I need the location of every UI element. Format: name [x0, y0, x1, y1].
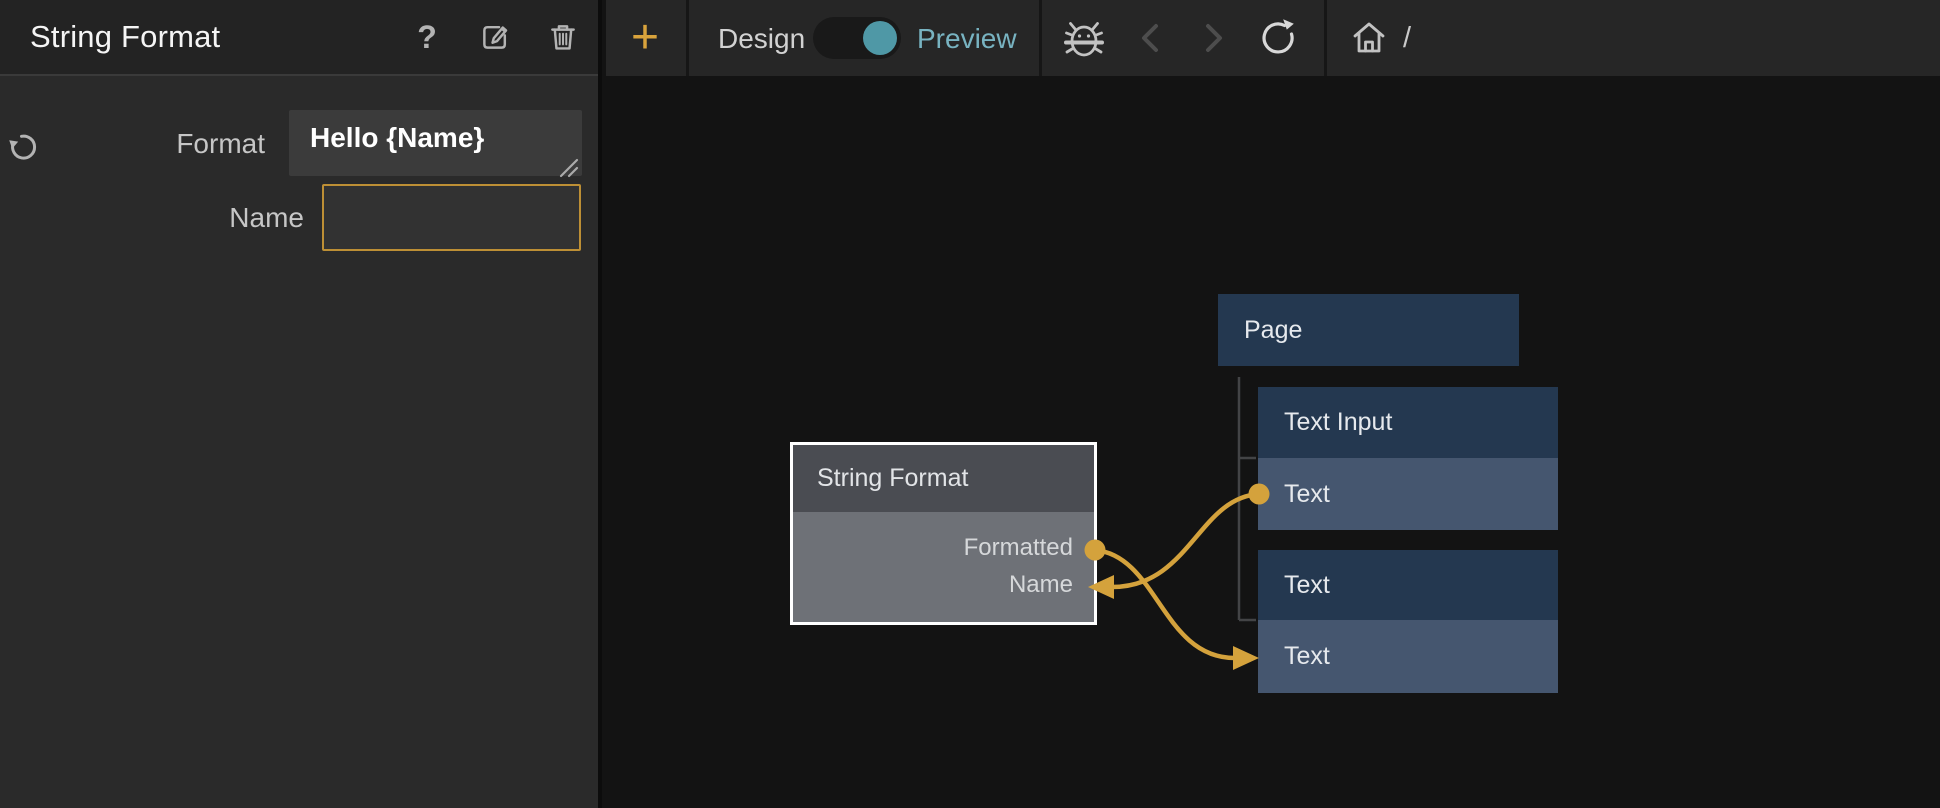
- edit-icon: [477, 19, 513, 55]
- preview-mode-label[interactable]: Preview: [917, 23, 1017, 55]
- home-button[interactable]: [1348, 17, 1390, 59]
- text-node-title: Text: [1258, 550, 1558, 620]
- toggle-knob: [863, 21, 897, 55]
- text-input-text-port[interactable]: Text: [1258, 458, 1558, 530]
- toolbar: + Design Preview: [606, 0, 1940, 76]
- home-icon: [1348, 17, 1390, 59]
- breadcrumb-path: /: [1403, 22, 1411, 55]
- panel-body: Format Hello {Name} Name: [0, 76, 598, 806]
- help-icon: ?: [417, 21, 437, 53]
- text-text-port[interactable]: Text: [1258, 620, 1558, 693]
- bug-icon: [1061, 15, 1107, 61]
- toolbar-divider: [1039, 0, 1042, 76]
- chevron-left-icon: [1131, 18, 1171, 58]
- design-preview-toggle[interactable]: [813, 17, 901, 59]
- name-field-label: Name: [0, 202, 304, 234]
- connection-arrowhead: [1233, 646, 1259, 670]
- page-node-title: Page: [1218, 294, 1519, 366]
- delete-button[interactable]: [544, 15, 582, 59]
- plus-icon: +: [631, 11, 659, 64]
- panel-title: String Format: [30, 19, 220, 55]
- edit-button[interactable]: [476, 15, 514, 59]
- name-input[interactable]: [322, 184, 581, 251]
- add-node-button[interactable]: +: [614, 0, 676, 76]
- chevron-right-icon: [1193, 18, 1233, 58]
- name-input-port[interactable]: Name: [1009, 571, 1073, 599]
- string-format-node[interactable]: String Format Formatted Name: [790, 442, 1097, 625]
- toolbar-divider: [686, 0, 689, 76]
- format-field-label: Format: [0, 128, 265, 160]
- design-mode-label[interactable]: Design: [718, 23, 805, 55]
- text-input-node[interactable]: Text Input Text: [1258, 387, 1558, 530]
- text-node[interactable]: Text Text: [1258, 550, 1558, 693]
- app: String Format ?: [0, 0, 1940, 808]
- connection-formatted-to-text: [1095, 550, 1235, 658]
- refresh-icon: [1256, 16, 1300, 60]
- connection-textinput-to-name: [1112, 494, 1259, 587]
- node-canvas[interactable]: Page Text Input Text Text Text String Fo…: [606, 76, 1940, 808]
- toolbar-divider: [1324, 0, 1327, 76]
- string-format-node-title: String Format: [793, 445, 1094, 512]
- properties-panel-header: String Format ?: [0, 0, 598, 76]
- page-node[interactable]: Page: [1218, 294, 1519, 366]
- tree-connector: [1239, 377, 1256, 620]
- navigate-forward-button[interactable]: [1193, 18, 1233, 58]
- trash-icon: [545, 19, 581, 55]
- formatted-output-port[interactable]: Formatted: [964, 534, 1073, 562]
- format-textarea[interactable]: Hello {Name}: [289, 110, 582, 176]
- navigate-back-button[interactable]: [1131, 18, 1171, 58]
- help-button[interactable]: ?: [408, 15, 446, 59]
- debug-button[interactable]: [1061, 15, 1107, 61]
- refresh-button[interactable]: [1256, 16, 1300, 60]
- text-text-port-label: Text: [1258, 620, 1558, 693]
- panel-header-icons: ?: [408, 0, 582, 74]
- text-input-node-title: Text Input: [1258, 387, 1558, 458]
- properties-panel: String Format ?: [0, 0, 602, 808]
- text-input-text-port-label: Text: [1258, 458, 1558, 530]
